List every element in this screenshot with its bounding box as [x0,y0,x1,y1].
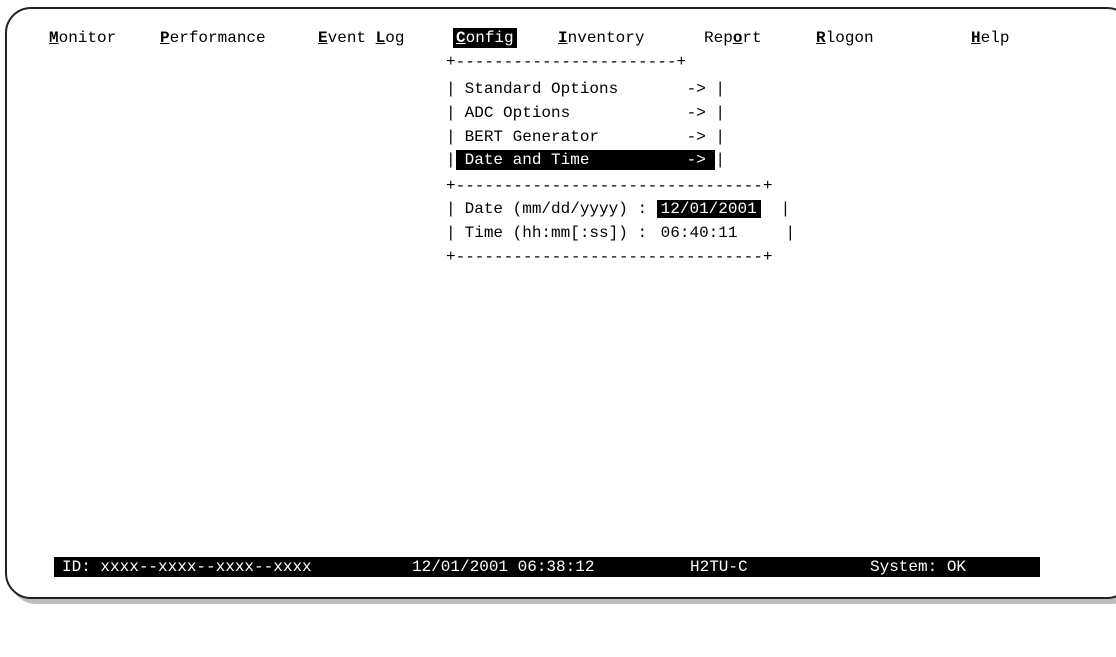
arrow-icon: -> [686,151,706,169]
date-label: Date (mm/dd/yyyy) : [464,200,648,218]
dropdown-row[interactable]: | Standard Options -> | [446,79,725,99]
dropdown-row-selected[interactable]: | Date and Time -> | [446,150,725,170]
time-input[interactable]: 06:40:11 [657,224,742,242]
dropdown-item-date-and-time[interactable]: Date and Time [465,150,687,170]
menu-inventory[interactable]: Inventory [558,28,644,48]
menu-rlogon[interactable]: Rlogon [816,28,874,48]
status-datetime: 12/01/2001 06:38:12 [412,558,595,576]
arrow-icon: -> [686,80,706,98]
date-row: | Date (mm/dd/yyyy) : 12/01/2001 | [446,200,791,218]
arrow-icon: -> [686,128,706,146]
dropdown-item-standard-options[interactable]: Standard Options [465,79,687,99]
menu-config[interactable]: Config [453,28,517,48]
menu-help[interactable]: Help [971,28,1009,48]
status-bar: ID: xxxx--xxxx--xxxx--xxxx 12/01/2001 06… [54,557,1040,577]
datetime-border-top: +--------------------------------+ [446,177,773,195]
status-system: System: OK [870,558,967,576]
time-label: Time (hh:mm[:ss]) : [464,224,648,242]
status-device: H2TU-C [690,558,748,576]
status-id: ID: xxxx--xxxx--xxxx--xxxx [62,558,312,576]
time-row: | Time (hh:mm[:ss]) : 06:40:11 | [446,224,796,242]
menu-report[interactable]: Report [704,28,762,48]
dropdown-border-top: +-----------------------+ [446,53,687,71]
dropdown-item-adc-options[interactable]: ADC Options [465,103,687,123]
dropdown-item-bert-generator[interactable]: BERT Generator [465,127,687,147]
arrow-icon: -> [686,104,706,122]
menu-event-log[interactable]: Event Log [318,28,404,48]
menu-monitor[interactable]: Monitor [49,28,116,48]
dropdown-row[interactable]: | BERT Generator -> | [446,127,725,147]
date-input[interactable]: 12/01/2001 [656,200,761,218]
datetime-border-bottom: +--------------------------------+ [446,248,773,266]
menu-performance[interactable]: Performance [160,28,266,48]
dropdown-row[interactable]: | ADC Options -> | [446,103,725,123]
